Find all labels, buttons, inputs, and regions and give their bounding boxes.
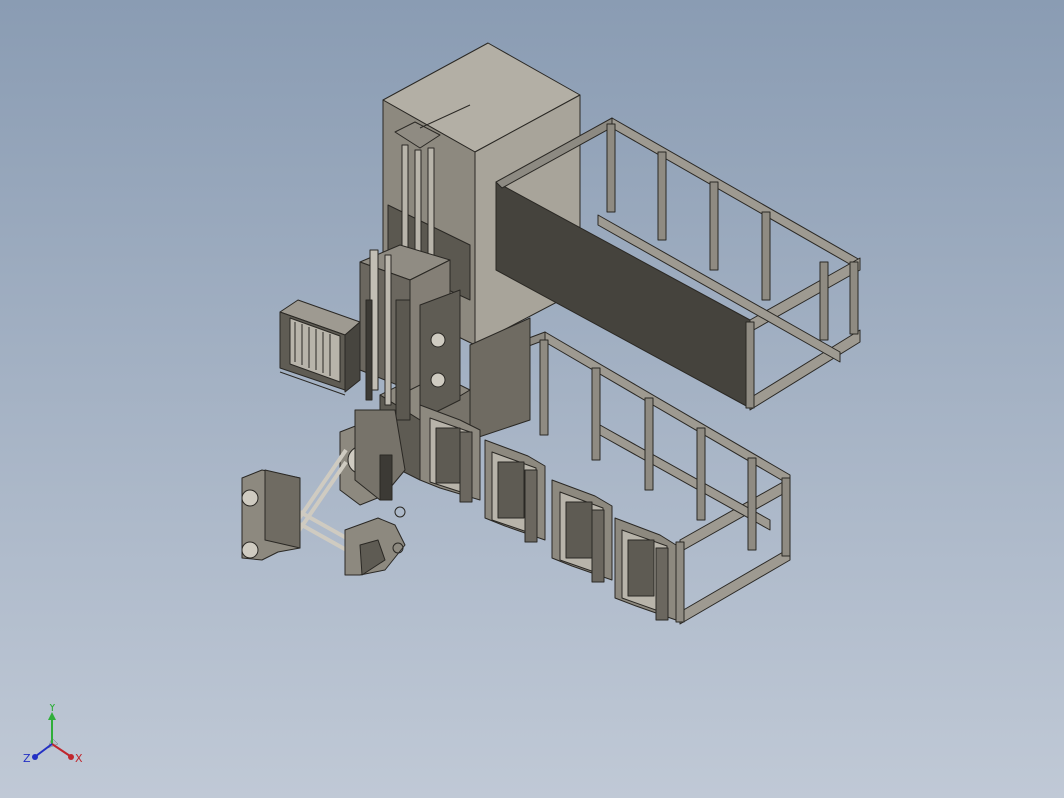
cartridge-module-2[interactable] <box>484 439 546 543</box>
vertical-column[interactable] <box>359 244 461 421</box>
y-axis-label: Y <box>48 704 56 714</box>
x-axis-label: X <box>75 752 83 765</box>
z-axis-label: Z <box>23 752 31 765</box>
assembly-model[interactable] <box>0 0 1064 798</box>
cad-viewport[interactable]: Y X Z <box>0 0 1064 798</box>
left-magazine[interactable] <box>279 299 361 396</box>
x-axis-arrow <box>68 754 74 760</box>
z-axis-arrow <box>32 754 38 760</box>
z-axis-line <box>35 743 53 757</box>
cartridge-module-3[interactable] <box>551 479 613 583</box>
gripper-assembly[interactable] <box>241 409 406 576</box>
orientation-triad: Y X Z <box>23 704 83 765</box>
cartridge-module-4[interactable] <box>614 517 677 621</box>
x-axis-line <box>51 743 71 757</box>
